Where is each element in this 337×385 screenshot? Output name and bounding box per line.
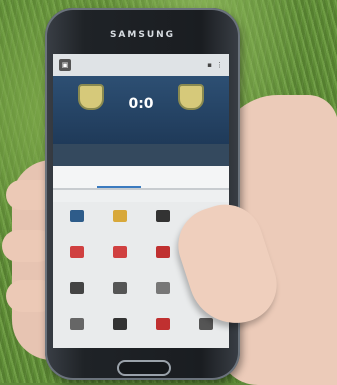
smartphone: SAMSUNG ▣ ▪ ⋮ 0:0 <box>45 8 240 380</box>
phone-brand: SAMSUNG <box>109 30 176 40</box>
monitor-icon <box>69 210 84 222</box>
tab-4[interactable] <box>185 166 229 188</box>
event-button[interactable] <box>98 242 141 272</box>
event-button[interactable] <box>141 314 184 344</box>
event-button[interactable] <box>141 206 184 236</box>
home-button[interactable] <box>117 360 171 376</box>
app-logo-icon: ▣ <box>59 59 71 71</box>
event-button[interactable] <box>55 206 98 236</box>
event-button[interactable] <box>55 242 98 272</box>
tab-1[interactable] <box>53 166 97 188</box>
event-button[interactable] <box>98 206 141 236</box>
whistle-icon <box>69 282 84 294</box>
event-button[interactable] <box>55 314 98 344</box>
menu-icon[interactable]: ⋮ <box>216 61 223 69</box>
card-icon <box>112 246 127 258</box>
card-icon <box>69 246 84 258</box>
clock-icon <box>198 318 213 330</box>
event-button[interactable] <box>141 278 184 308</box>
scoreboard: 0:0 <box>53 76 229 144</box>
event-button[interactable] <box>55 278 98 308</box>
flag-icon <box>155 318 170 330</box>
section-header <box>53 190 229 202</box>
tab-bar <box>53 166 229 190</box>
tab-3[interactable] <box>141 166 185 188</box>
shirt-icon <box>112 210 127 222</box>
event-button[interactable] <box>98 314 141 344</box>
ball-icon <box>155 210 170 222</box>
board-icon <box>155 282 170 294</box>
away-crest-icon <box>178 84 204 110</box>
event-button[interactable] <box>98 278 141 308</box>
tab-2[interactable] <box>97 166 141 188</box>
trash-icon[interactable]: ▪ <box>207 61 212 69</box>
away-team <box>161 84 221 118</box>
ball-icon <box>112 318 127 330</box>
card-icon <box>155 246 170 258</box>
star-icon <box>69 318 84 330</box>
match-status-bar <box>53 144 229 166</box>
sub-icon <box>112 282 127 294</box>
app-bar: ▣ ▪ ⋮ <box>53 54 229 76</box>
